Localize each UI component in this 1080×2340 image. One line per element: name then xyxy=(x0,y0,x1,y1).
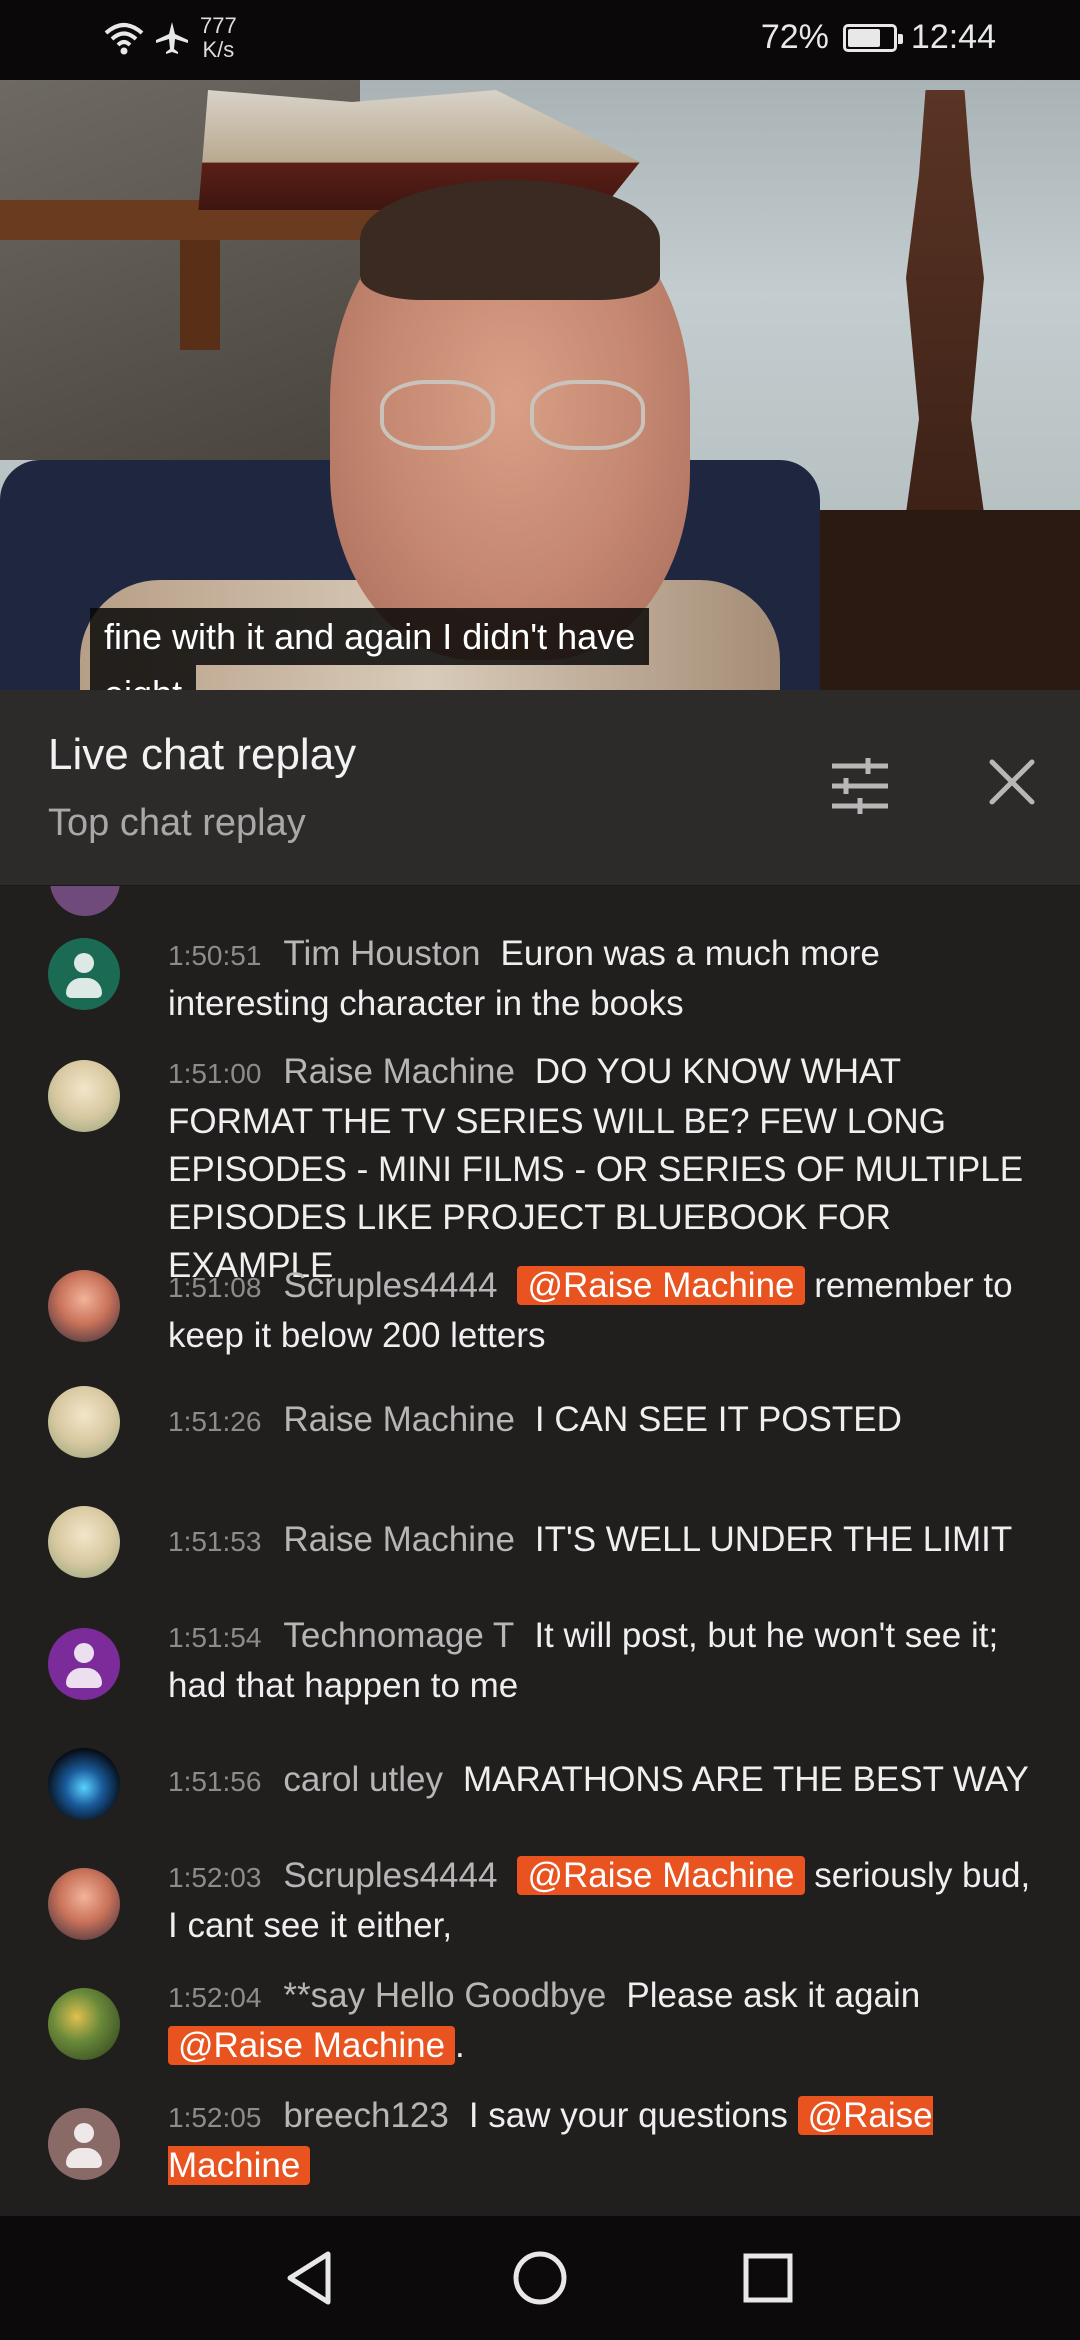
video-scene-glasses xyxy=(380,380,660,460)
back-icon xyxy=(287,2251,331,2305)
message-text: 1:51:08 Scruples4444 @Raise Machine rememb… xyxy=(168,1262,1038,1360)
avatar[interactable] xyxy=(48,1506,120,1578)
message-author[interactable]: carol utley xyxy=(283,1760,443,1799)
status-right: 72% 12:44 xyxy=(761,18,996,57)
message-author[interactable]: Tim Houston xyxy=(283,934,480,973)
battery-fill xyxy=(847,28,880,47)
mention-chip[interactable]: @Raise Machine xyxy=(517,1856,805,1895)
home-icon xyxy=(513,2251,567,2305)
message-body: Please ask it again xyxy=(626,1976,921,2015)
clock: 12:44 xyxy=(910,18,996,56)
home-button[interactable] xyxy=(510,2248,570,2308)
message-author[interactable]: Raise Machine xyxy=(283,1520,515,1559)
chat-mode-selector[interactable]: Top chat replay xyxy=(48,802,306,845)
chat-title: Live chat replay xyxy=(48,730,357,779)
status-bar: 777 K/s 72% 12:44 xyxy=(0,0,1080,80)
avatar-body xyxy=(66,2148,102,2168)
mention-chip[interactable]: @Raise Machine xyxy=(168,2026,456,2065)
message-timestamp: 1:52:04 xyxy=(168,1982,262,2013)
airplane-icon xyxy=(154,20,190,56)
message-author[interactable]: **say Hello Goodbye xyxy=(283,1976,606,2015)
battery-percent: 72% xyxy=(760,18,829,56)
message-timestamp: 1:51:26 xyxy=(168,1406,262,1437)
message-author[interactable]: breech123 xyxy=(283,2096,448,2135)
message-author[interactable]: Scruples4444 xyxy=(283,1856,497,1895)
recents-icon xyxy=(743,2253,793,2303)
message-timestamp: 1:51:00 xyxy=(168,1058,262,1089)
avatar[interactable] xyxy=(48,1386,120,1458)
chat-header: Live chat replay Top chat replay xyxy=(0,690,1080,886)
speed-value: 777 xyxy=(200,13,237,38)
video-scene-bracket xyxy=(180,240,220,350)
avatar xyxy=(50,886,120,916)
message-author[interactable]: Technomage T xyxy=(283,1616,514,1655)
avatar-body xyxy=(66,978,102,998)
speed-unit: K/s xyxy=(202,37,235,62)
video-scene-hair xyxy=(360,180,660,300)
message-body: I CAN SEE IT POSTED xyxy=(534,1400,902,1439)
message-text: 1:51:26 Raise Machine I CAN SEE IT POSTED xyxy=(168,1396,1038,1446)
close-icon xyxy=(989,759,1035,805)
message-body: MARATHONS ARE THE BEST WAY xyxy=(462,1760,1029,1799)
avatar[interactable] xyxy=(48,1748,120,1820)
message-body: I saw your questions xyxy=(468,2096,798,2135)
message-timestamp: 1:50:51 xyxy=(168,940,262,971)
avatar[interactable] xyxy=(48,1628,120,1700)
message-text: 1:51:54 Technomage T It will post, but he … xyxy=(168,1612,1038,1710)
mention-chip[interactable]: @Raise Machine xyxy=(517,1266,805,1305)
message-body: Euron was a much more interesting charac… xyxy=(168,934,880,1023)
video-player[interactable]: fine with it and again I didn't have eig… xyxy=(0,80,1080,690)
message-timestamp: 1:51:56 xyxy=(168,1766,262,1797)
caption-line-1: fine with it and again I didn't have xyxy=(90,608,650,665)
video-caption: fine with it and again I didn't have eig… xyxy=(90,608,650,690)
close-chat-button[interactable] xyxy=(976,746,1048,818)
avatar[interactable] xyxy=(48,1060,120,1132)
message-timestamp: 1:51:08 xyxy=(168,1272,262,1303)
avatar[interactable] xyxy=(48,2108,120,2180)
avatar-body xyxy=(66,1668,102,1688)
message-timestamp: 1:51:53 xyxy=(168,1526,262,1557)
message-text: 1:51:53 Raise Machine IT'S WELL UNDER THE … xyxy=(168,1516,1038,1566)
avatar[interactable] xyxy=(48,938,120,1010)
avatar[interactable] xyxy=(48,1868,120,1940)
video-scene-table xyxy=(790,510,1080,690)
avatar-head xyxy=(74,2123,94,2143)
avatar[interactable] xyxy=(48,1270,120,1342)
message-text: 1:50:51 Tim Houston Euron was a much more … xyxy=(168,930,1038,1028)
video-scene-statue xyxy=(899,90,991,560)
status-left: 777 K/s xyxy=(104,14,237,62)
battery-icon xyxy=(842,23,903,52)
avatar-head xyxy=(74,953,94,973)
message-timestamp: 1:51:54 xyxy=(168,1622,262,1653)
message-timestamp: 1:52:03 xyxy=(168,1862,262,1893)
message-text: 1:52:03 Scruples4444 @Raise Machine seriou… xyxy=(168,1852,1038,1950)
message-author[interactable]: Scruples4444 xyxy=(283,1266,497,1305)
message-text: 1:51:56 carol utley MARATHONS ARE THE BEST… xyxy=(168,1756,1038,1806)
message-text: 1:52:05 breech123 I saw your questions @Ra… xyxy=(168,2092,1038,2190)
message-author[interactable]: Raise Machine xyxy=(283,1400,515,1439)
recents-button[interactable] xyxy=(738,2248,798,2308)
message-body: IT'S WELL UNDER THE LIMIT xyxy=(534,1520,1013,1559)
avatar[interactable] xyxy=(48,1988,120,2060)
message-timestamp: 1:52:05 xyxy=(168,2102,262,2133)
message-body: . xyxy=(455,2026,465,2065)
filter-icon xyxy=(832,758,888,814)
message-text: 1:52:04 **say Hello Goodbye Please ask it … xyxy=(168,1972,1038,2070)
filter-button[interactable] xyxy=(830,756,900,816)
wifi-icon xyxy=(104,21,144,55)
chat-message-list[interactable]: 1:50:51 Tim Houston Euron was a much more … xyxy=(0,886,1080,2216)
avatar-head xyxy=(74,1643,94,1663)
caption-line-2: eight xyxy=(90,665,197,690)
message-text: 1:51:00 Raise Machine DO YOU KNOW WHAT FOR… xyxy=(168,1048,1038,1290)
back-button[interactable] xyxy=(280,2248,340,2308)
network-speed: 777 K/s xyxy=(200,14,237,62)
message-author[interactable]: Raise Machine xyxy=(283,1052,515,1091)
glasses-lens-right xyxy=(530,380,645,450)
system-nav-bar xyxy=(0,2216,1080,2340)
glasses-lens-left xyxy=(380,380,495,450)
